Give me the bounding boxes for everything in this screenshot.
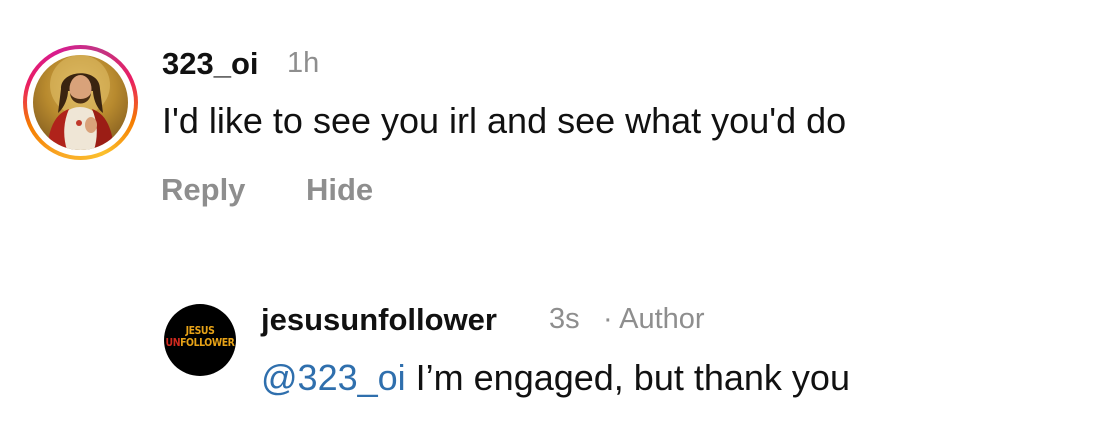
author-badge: · Author (603, 303, 705, 336)
avatar[interactable] (33, 55, 128, 150)
reply-comment-item: JESUS UNFOLLOWER jesusunfollower 3s · Au… (0, 280, 1119, 430)
reply-button[interactable]: Reply (161, 172, 245, 208)
mention-link[interactable]: @323_oi (261, 357, 406, 398)
avatar-logo-line2-prefix: UN (165, 336, 181, 349)
story-ring[interactable] (23, 45, 138, 160)
comment-username[interactable]: jesusunfollower (261, 302, 497, 338)
meta-separator: · (603, 303, 613, 335)
comment-username[interactable]: 323_oi (162, 46, 259, 82)
comment-body: I’m engaged, but thank you (405, 357, 850, 398)
comment-item: 323_oi 1h I'd like to see you irl and se… (0, 0, 1119, 230)
comment-timestamp: 1h (287, 47, 320, 79)
avatar-logo-line2: UNFOLLOWER (164, 337, 235, 349)
jesus-portrait-icon (47, 55, 114, 150)
comment-text: I'd like to see you irl and see what you… (162, 100, 847, 141)
comment-text: @323_oi I’m engaged, but thank you (261, 357, 850, 399)
avatar-logo-line2-rest: FOLLOWER (180, 336, 235, 349)
avatar[interactable]: JESUS UNFOLLOWER (164, 304, 236, 376)
author-label: Author (619, 303, 705, 335)
hide-button[interactable]: Hide (306, 172, 373, 208)
comment-timestamp: 3s (549, 303, 580, 335)
